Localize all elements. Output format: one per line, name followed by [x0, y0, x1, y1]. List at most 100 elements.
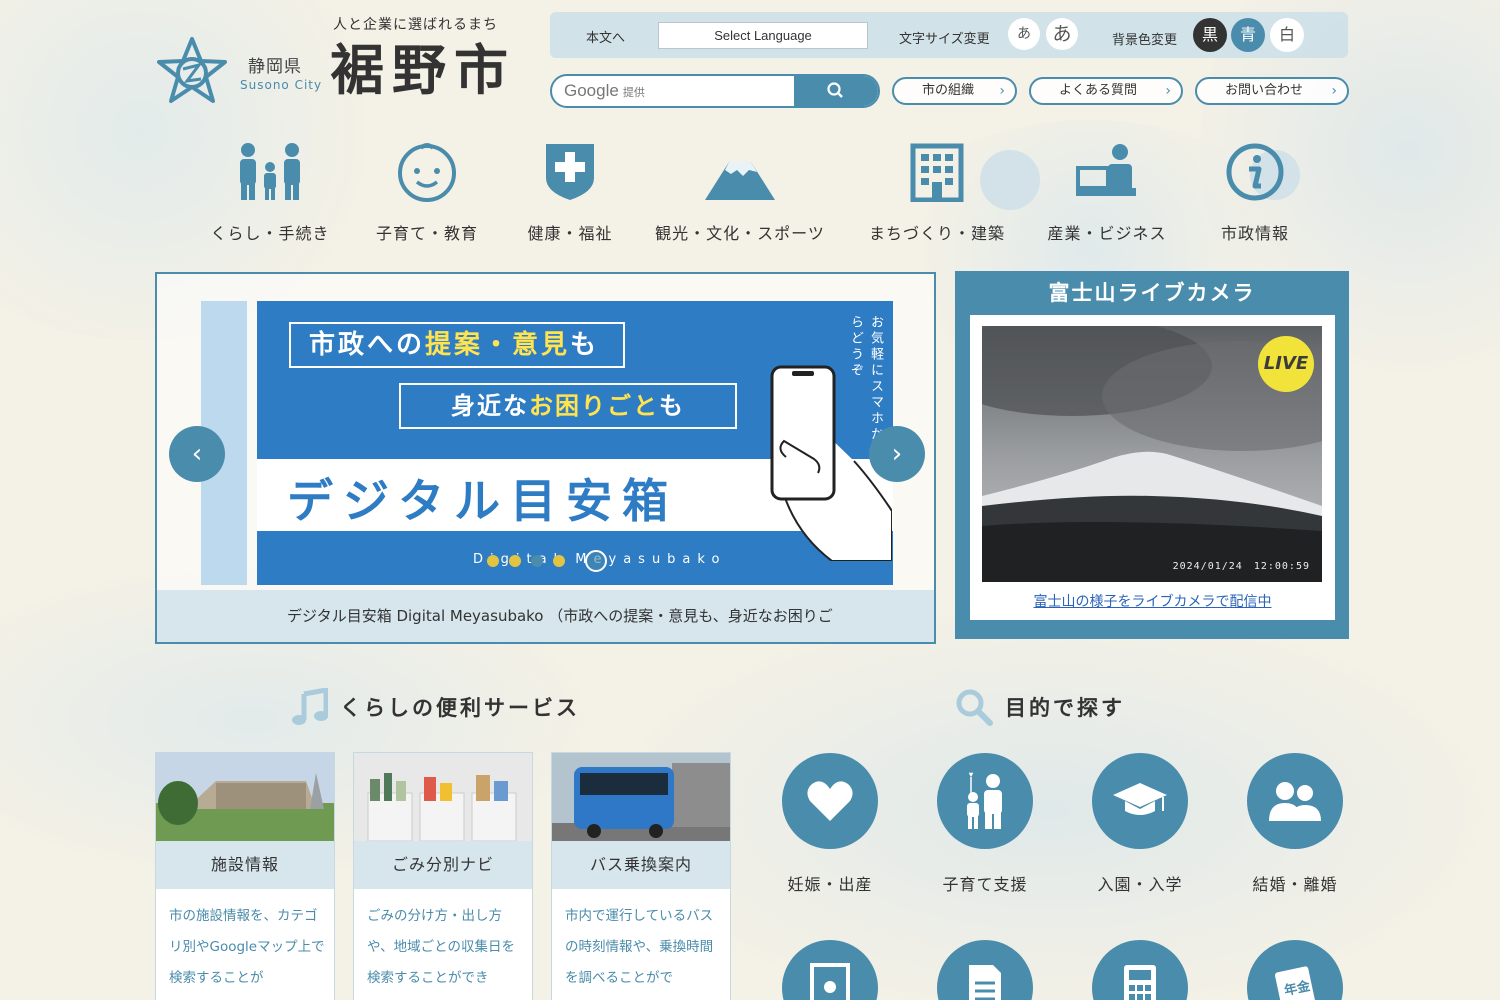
- slide-bubble-2: 身近なお困りごとも: [399, 383, 737, 429]
- faq-link[interactable]: よくある質問 ›: [1029, 77, 1183, 105]
- music-note-icon: [292, 688, 328, 725]
- nav-business[interactable]: 産業・ビジネス: [1042, 138, 1172, 244]
- purpose-school-entry[interactable]: 入園・入学: [1075, 753, 1205, 895]
- nav-childcare[interactable]: 子育て・教育: [362, 138, 492, 244]
- garbage-photo: [354, 753, 532, 841]
- building-icon: [862, 138, 1012, 202]
- live-camera-timestamp: 2024/01/24 12:00:59: [1172, 561, 1310, 572]
- live-camera-title: 富士山ライブカメラ: [1048, 281, 1256, 305]
- purpose-row2-item-4[interactable]: 年金: [1230, 940, 1360, 1000]
- slider-next-button[interactable]: ›: [869, 426, 925, 482]
- info-icon: [1190, 138, 1320, 202]
- slider-prev-button[interactable]: ‹: [169, 426, 225, 482]
- purpose-row2-item-1[interactable]: [765, 940, 895, 1000]
- purpose-row2-item-2[interactable]: [920, 940, 1050, 1000]
- organization-link[interactable]: 市の組織 ›: [892, 77, 1017, 105]
- prefecture-name: 静岡県: [248, 57, 302, 77]
- slider-dot[interactable]: [487, 555, 499, 567]
- id-card-icon: [782, 940, 878, 1000]
- couple-icon: [1247, 753, 1343, 849]
- card-title: ごみ分別ナビ: [354, 841, 532, 889]
- nav-city-info[interactable]: 市政情報: [1190, 138, 1320, 244]
- card-description: ごみの分け方・出し方や、地域ごとの収集日を検索することができ: [367, 908, 515, 986]
- slider-dot[interactable]: [509, 555, 521, 567]
- slider-dot-active[interactable]: [531, 555, 543, 567]
- live-badge: LIVE: [1258, 336, 1314, 392]
- nav-health[interactable]: 健康・福祉: [505, 138, 635, 244]
- card-title: 施設情報: [156, 841, 334, 889]
- purpose-row2-item-3[interactable]: [1075, 940, 1205, 1000]
- mount-fuji-icon: [650, 138, 830, 202]
- purpose-marriage[interactable]: 結婚・離婚: [1230, 753, 1360, 895]
- live-camera-panel: LIVE 2024/01/24 12:00:59 富士山の様子をライブカメラで配…: [970, 315, 1335, 620]
- background-color-label: 背景色変更: [1112, 33, 1178, 48]
- service-card-garbage[interactable]: ごみ分別ナビ ごみの分け方・出し方や、地域ごとの収集日を検索することができ: [353, 752, 533, 1000]
- purpose-label: 子育て支援: [942, 875, 1028, 894]
- slider-dot[interactable]: [553, 555, 565, 567]
- nav-label: 産業・ビジネス: [1047, 224, 1167, 243]
- bg-black-button[interactable]: 黒: [1193, 18, 1227, 52]
- purpose-label: 入園・入学: [1097, 875, 1183, 894]
- city-name-english: Susono City: [240, 78, 323, 92]
- purpose-label: 妊娠・出産: [787, 875, 873, 894]
- service-card-bus[interactable]: バス乗換案内 市内で運行しているバスの時刻情報や、乗換時間を調べることがで: [551, 752, 731, 1000]
- slide-caption[interactable]: デジタル目安箱 Digital Meyasubako （市政への提案・意見も、身…: [157, 590, 934, 642]
- chevron-right-icon: ›: [1165, 83, 1171, 99]
- contact-link[interactable]: お問い合わせ ›: [1195, 77, 1349, 105]
- font-size-large-button[interactable]: あ: [1046, 18, 1078, 50]
- slider-pause-button[interactable]: [585, 550, 607, 572]
- site-search[interactable]: Google 提供: [550, 74, 880, 108]
- services-heading: くらしの便利サービス: [292, 688, 580, 726]
- facilities-photo: [156, 753, 334, 841]
- purpose-childcare-support[interactable]: 子育て支援: [920, 753, 1050, 895]
- nav-tourism[interactable]: 観光・文化・スポーツ: [650, 138, 830, 244]
- nav-label: くらし・手続き: [210, 224, 330, 243]
- fuji-live-camera: 富士山ライブカメラ LIVE 2024/01/24 12:00:59 富士山の様…: [955, 271, 1349, 639]
- nav-living[interactable]: くらし・手続き: [205, 138, 335, 244]
- card-title: バス乗換案内: [552, 841, 730, 889]
- parent-child-icon: [937, 753, 1033, 849]
- search-icon: [827, 82, 843, 98]
- service-card-facilities[interactable]: 施設情報 市の施設情報を、カテゴリ別やGoogleマップ上で検索することが: [155, 752, 335, 1000]
- city-name[interactable]: 裾野市: [330, 38, 516, 102]
- purpose-heading-text: 目的で探す: [1005, 696, 1125, 720]
- purpose-label: 結婚・離婚: [1252, 875, 1338, 894]
- calculator-icon: [1092, 940, 1188, 1000]
- purpose-pregnancy[interactable]: 妊娠・出産: [765, 753, 895, 895]
- main-slider: 市政への提案・意見も 身近なお困りごとも デジタル目安箱 Digital Mey…: [155, 272, 936, 644]
- magnifier-icon: [956, 689, 993, 726]
- search-button[interactable]: [794, 76, 878, 106]
- nav-town-planning[interactable]: まちづくり・建築: [862, 138, 1012, 244]
- font-size-label: 文字サイズ変更: [899, 32, 990, 47]
- bus-photo: [552, 753, 730, 841]
- city-tagline: 人と企業に選ばれるまち: [333, 17, 498, 33]
- slide-digital-meyasubako[interactable]: 市政への提案・意見も 身近なお困りごとも デジタル目安箱 Digital Mey…: [257, 301, 893, 585]
- live-camera-image[interactable]: LIVE 2024/01/24 12:00:59: [982, 326, 1322, 582]
- live-camera-link[interactable]: 富士山の様子をライブカメラで配信中: [970, 591, 1335, 611]
- health-cross-icon: [505, 138, 635, 202]
- chevron-right-icon: ›: [1331, 83, 1337, 99]
- nav-label: 観光・文化・スポーツ: [655, 224, 825, 243]
- nav-label: 子育て・教育: [375, 224, 478, 243]
- bg-white-button[interactable]: 白: [1270, 18, 1304, 52]
- slide-title: デジタル目安箱: [287, 474, 679, 528]
- heart-icon: [782, 753, 878, 849]
- document-icon: [937, 940, 1033, 1000]
- skip-to-content-link[interactable]: 本文へ: [586, 27, 625, 46]
- bg-blue-button[interactable]: 青: [1231, 18, 1265, 52]
- slider-pagination: [487, 555, 565, 567]
- slide-bubble-1: 市政への提案・意見も: [289, 322, 625, 368]
- chevron-right-icon: ›: [999, 83, 1005, 99]
- language-select[interactable]: Select Language: [658, 22, 868, 49]
- card-description: 市内で運行しているバスの時刻情報や、乗換時間を調べることがで: [565, 908, 714, 986]
- city-logo[interactable]: [155, 35, 230, 110]
- baby-face-icon: [362, 138, 492, 202]
- search-input[interactable]: Google 提供: [564, 81, 645, 101]
- family-icon: [205, 138, 335, 202]
- nav-label: 健康・福祉: [527, 224, 613, 243]
- business-person-icon: [1042, 138, 1172, 202]
- services-heading-text: くらしの便利サービス: [340, 696, 580, 720]
- graduation-cap-icon: [1092, 753, 1188, 849]
- font-size-small-button[interactable]: あ: [1008, 18, 1040, 50]
- purpose-heading: 目的で探す: [955, 688, 1125, 726]
